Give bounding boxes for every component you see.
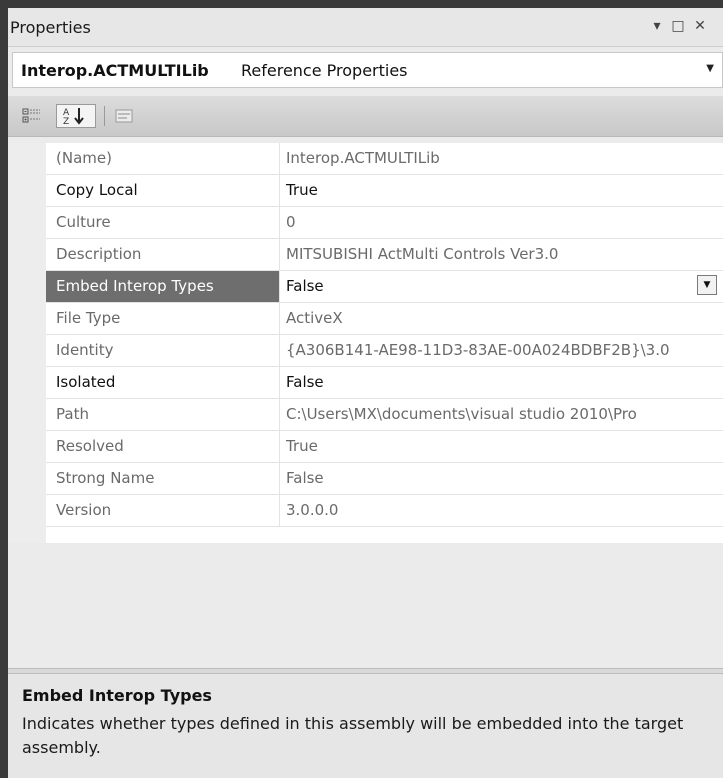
- maximize-icon[interactable]: □: [670, 17, 686, 35]
- property-value[interactable]: False ▼: [280, 271, 723, 302]
- property-row[interactable]: Culture 0: [46, 207, 723, 239]
- object-type: Reference Properties: [241, 61, 408, 80]
- property-row[interactable]: (Name) Interop.ACTMULTILib: [46, 143, 723, 175]
- toolbar-separator: [104, 106, 105, 126]
- property-value[interactable]: False: [280, 367, 723, 398]
- property-name: Path: [46, 399, 280, 430]
- object-name: Interop.ACTMULTILib: [21, 61, 209, 80]
- property-name: Identity: [46, 335, 280, 366]
- property-name: Strong Name: [46, 463, 280, 494]
- property-name: Isolated: [46, 367, 280, 398]
- property-value[interactable]: True: [280, 431, 723, 462]
- property-row[interactable]: Path C:\Users\MX\documents\visual studio…: [46, 399, 723, 431]
- description-title: Embed Interop Types: [22, 686, 212, 705]
- property-row[interactable]: Identity {A306B141-AE98-11D3-83AE-00A024…: [46, 335, 723, 367]
- categorized-icon[interactable]: [22, 106, 42, 126]
- close-icon[interactable]: ✕: [692, 17, 708, 35]
- property-row[interactable]: Copy Local True: [46, 175, 723, 207]
- property-name: (Name): [46, 143, 280, 174]
- property-name: Version: [46, 495, 280, 526]
- property-value[interactable]: True: [280, 175, 723, 206]
- property-row[interactable]: Resolved True: [46, 431, 723, 463]
- property-value[interactable]: MITSUBISHI ActMulti Controls Ver3.0: [280, 239, 723, 270]
- title-bar: Properties ▾ □ ✕: [8, 8, 723, 47]
- property-value[interactable]: {A306B141-AE98-11D3-83AE-00A024BDBF2B}\3…: [280, 335, 723, 366]
- property-name: Description: [46, 239, 280, 270]
- property-row-selected[interactable]: Embed Interop Types False ▼: [46, 271, 723, 303]
- property-value[interactable]: False: [280, 463, 723, 494]
- value-dropdown-button[interactable]: ▼: [697, 275, 717, 295]
- property-name: Embed Interop Types: [46, 271, 280, 302]
- description-text: Indicates whether types defined in this …: [22, 714, 684, 757]
- property-value-text: False: [286, 277, 324, 295]
- property-name: File Type: [46, 303, 280, 334]
- property-value[interactable]: 3.0.0.0: [280, 495, 723, 526]
- property-value[interactable]: Interop.ACTMULTILib: [280, 143, 723, 174]
- property-name: Resolved: [46, 431, 280, 462]
- property-value[interactable]: 0: [280, 207, 723, 238]
- property-name: Copy Local: [46, 175, 280, 206]
- property-row[interactable]: Version 3.0.0.0: [46, 495, 723, 527]
- object-selector[interactable]: Interop.ACTMULTILib Reference Properties…: [12, 52, 723, 88]
- property-value[interactable]: ActiveX: [280, 303, 723, 334]
- property-row[interactable]: Isolated False: [46, 367, 723, 399]
- properties-panel: Properties ▾ □ ✕ Interop.ACTMULTILib Ref…: [8, 8, 723, 778]
- property-grid: (Name) Interop.ACTMULTILib Copy Local Tr…: [8, 143, 723, 543]
- property-name: Culture: [46, 207, 280, 238]
- property-row[interactable]: File Type ActiveX: [46, 303, 723, 335]
- description-pane: Embed Interop Types Indicates whether ty…: [8, 674, 723, 778]
- property-value[interactable]: C:\Users\MX\documents\visual studio 2010…: [280, 399, 723, 430]
- property-row[interactable]: Strong Name False: [46, 463, 723, 495]
- property-pages-icon[interactable]: [114, 106, 134, 126]
- panel-title: Properties: [10, 18, 91, 37]
- chevron-down-icon[interactable]: ▼: [706, 63, 714, 74]
- grid-margin: [8, 143, 46, 543]
- window-position-dropdown-icon[interactable]: ▾: [649, 17, 665, 35]
- grid-empty-area: [8, 543, 723, 668]
- toolbar: A Z: [8, 96, 723, 137]
- svg-text:Z: Z: [63, 117, 69, 127]
- property-row[interactable]: Description MITSUBISHI ActMulti Controls…: [46, 239, 723, 271]
- alphabetical-icon[interactable]: A Z: [56, 104, 96, 128]
